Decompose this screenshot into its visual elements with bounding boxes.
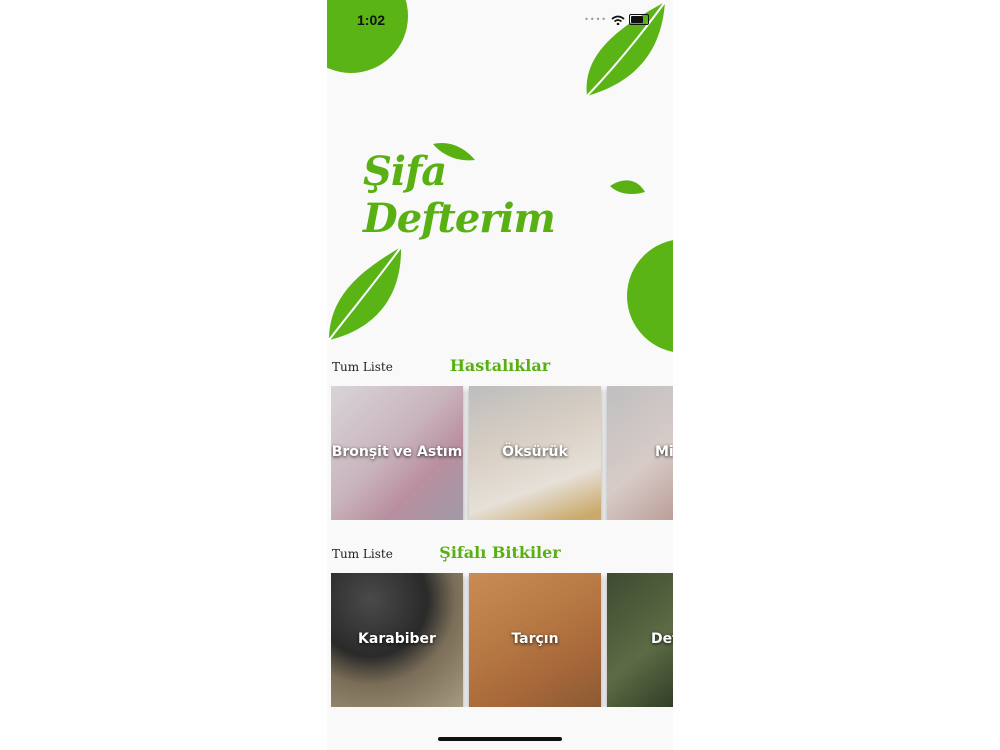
status-time: 1:02	[357, 12, 386, 28]
card-label: Öksürük	[502, 444, 568, 460]
hastaliklar-carousel[interactable]: Bronşit ve Astım Öksürük Mi	[331, 386, 673, 520]
card-third-disease[interactable]: Mi	[607, 386, 673, 520]
home-indicator[interactable]	[438, 737, 562, 741]
wifi-icon	[611, 15, 625, 25]
section-header-sifali-bitkiler: Tum Liste Şifalı Bitkiler	[327, 543, 673, 567]
card-label: Karabiber	[358, 631, 436, 647]
app-logo: Şifa Defterim	[355, 138, 645, 242]
section-header-hastaliklar: Tum Liste Hastalıklar	[327, 356, 673, 380]
card-bronsit-ve-astim[interactable]: Bronşit ve Astım	[331, 386, 463, 520]
card-label: Def	[651, 631, 673, 647]
bottom-left-leaf-icon	[328, 246, 402, 341]
section-title: Hastalıklar	[449, 356, 551, 375]
status-bar: 1:02 ••••	[327, 0, 673, 40]
sifali-bitkiler-carousel[interactable]: Karabiber Tarçın Def	[331, 573, 673, 707]
card-karabiber[interactable]: Karabiber	[331, 573, 463, 707]
card-label: Bronşit ve Astım	[331, 444, 463, 460]
card-third-herb[interactable]: Def	[607, 573, 673, 707]
section-title: Şifalı Bitkiler	[439, 543, 561, 562]
app-screen: 1:02 •••• Şifa Defterim Tum Liste Hastal…	[327, 0, 673, 750]
battery-icon	[629, 14, 649, 25]
card-tarcin[interactable]: Tarçın	[469, 573, 601, 707]
card-label: Mi	[655, 444, 673, 460]
signal-icon: ••••	[584, 15, 607, 24]
logo-text: Şifa Defterim	[363, 148, 556, 242]
card-label: Tarçın	[511, 631, 559, 647]
right-circle-decoration	[627, 240, 673, 352]
status-icons: ••••	[584, 14, 649, 25]
card-oksuruk[interactable]: Öksürük	[469, 386, 601, 520]
